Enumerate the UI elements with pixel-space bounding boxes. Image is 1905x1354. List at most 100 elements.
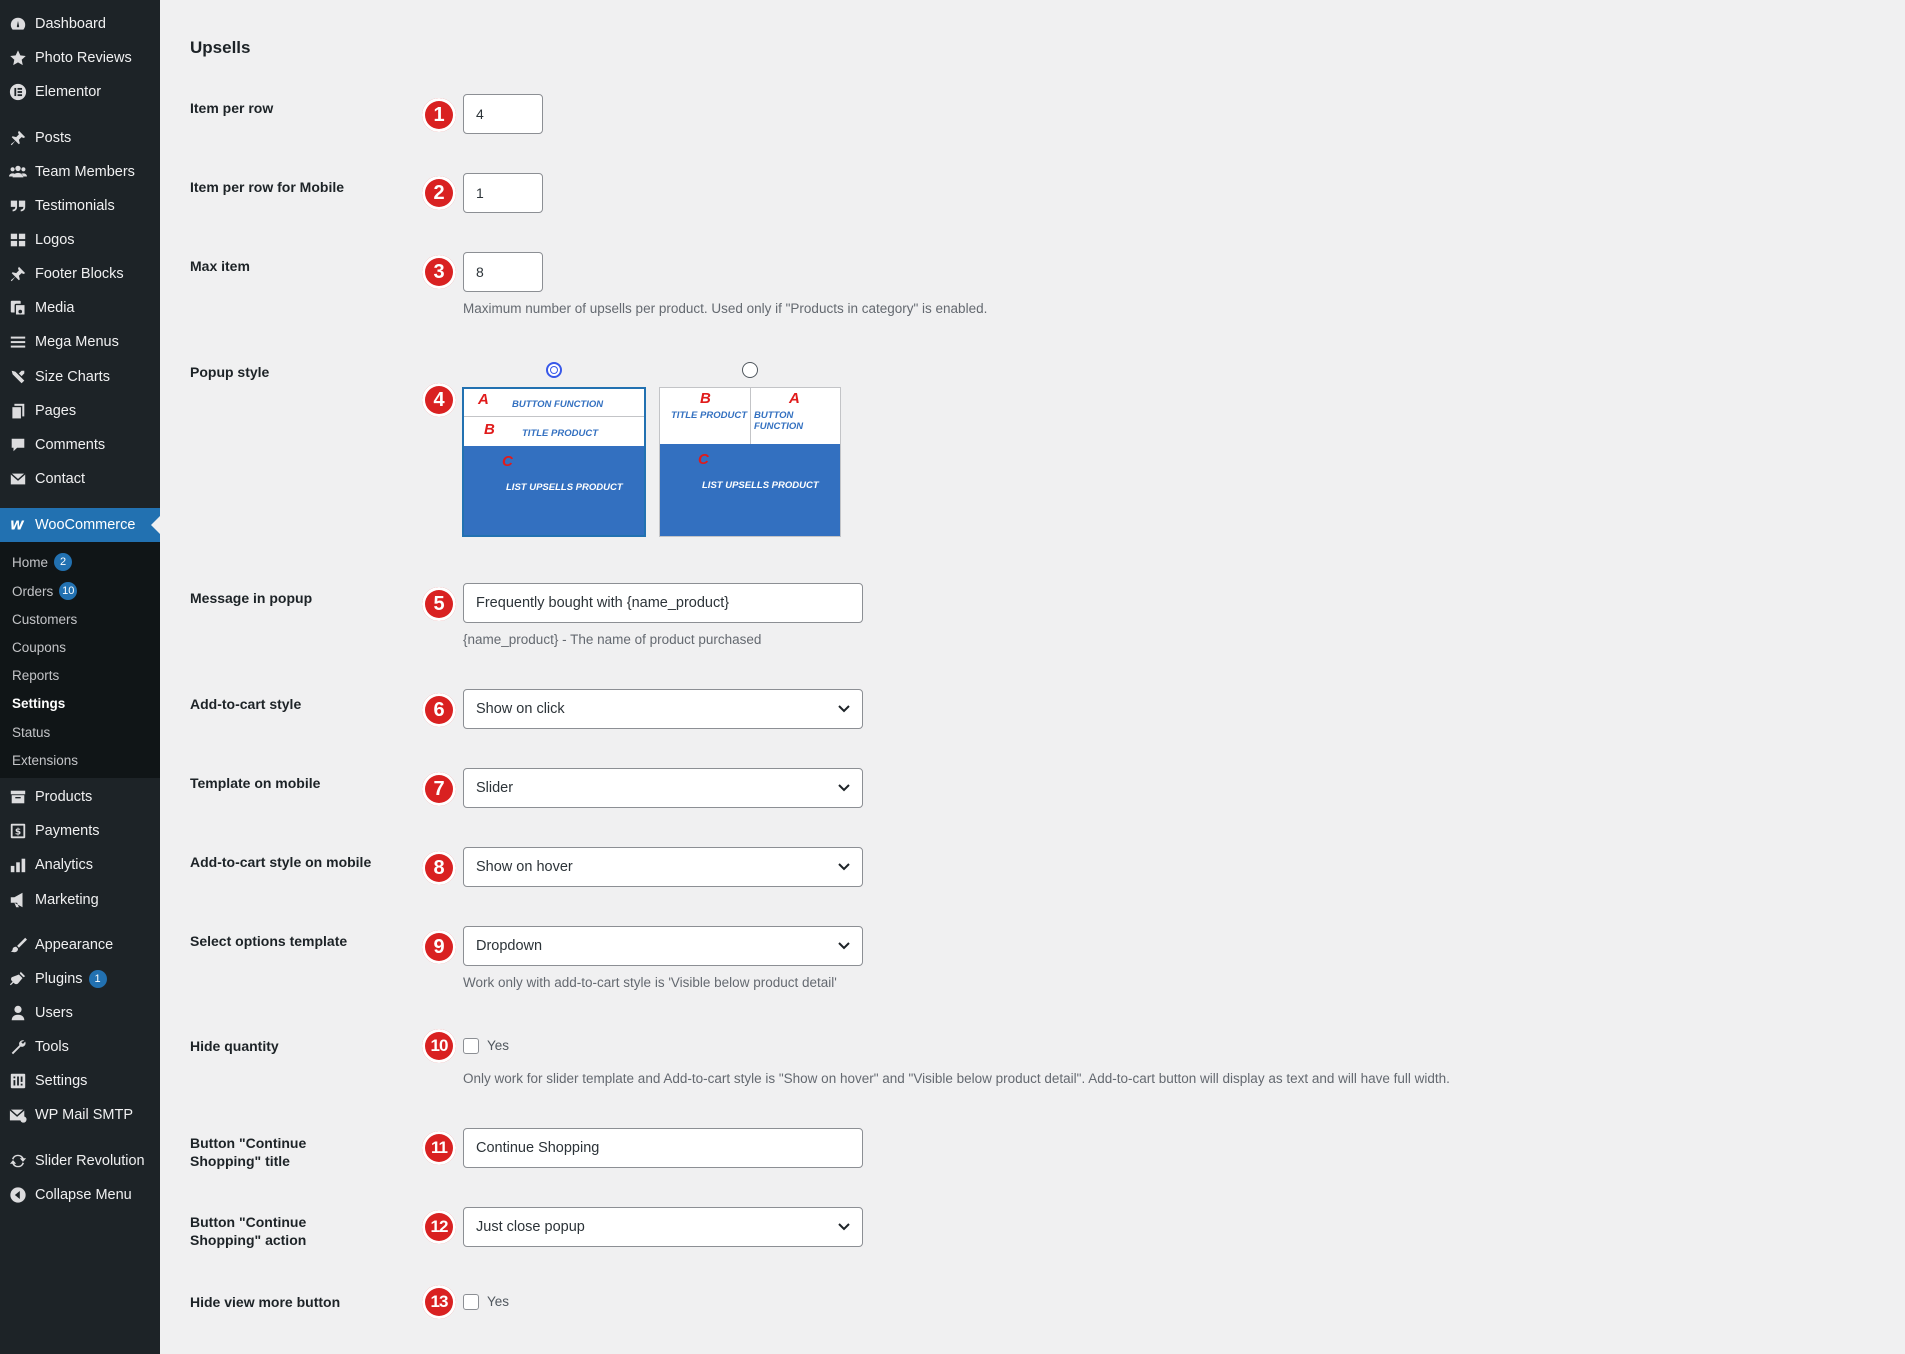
sidebar-item-analytics[interactable]: Analytics <box>0 848 160 882</box>
submenu-item-home[interactable]: Home 2 <box>12 553 73 571</box>
sidebar-item-label: Slider Revolution <box>35 1153 145 1169</box>
sidebar-item-tools[interactable]: Tools <box>0 1030 160 1064</box>
sidebar-item-testimonials[interactable]: Testimonials <box>0 189 160 223</box>
step-marker: 7 <box>422 772 456 806</box>
woocommerce-submenu: Home 2 Orders 10 Customers Coupons Reports… <box>0 542 160 778</box>
sidebar-item-label: WooCommerce <box>35 517 136 533</box>
popup-style-label: Popup style <box>190 364 270 380</box>
sidebar-item-team-members[interactable]: Team Members <box>0 155 160 189</box>
sidebar-item-label: Photo Reviews <box>35 50 132 66</box>
plugin-icon <box>9 970 27 988</box>
sidebar-item-label: Contact <box>35 471 85 487</box>
sidebar-item-label: WP Mail SMTP <box>35 1107 134 1123</box>
sidebar-item-wp-mail-smtp[interactable]: WP Mail SMTP <box>0 1098 160 1132</box>
brush-icon <box>9 936 27 954</box>
continue-shopping-title-input[interactable] <box>463 1128 863 1168</box>
sidebar-item-marketing[interactable]: Marketing <box>0 883 160 917</box>
sidebar-item-contact[interactable]: Contact <box>0 462 160 496</box>
list-upsells-area: C LIST UPSELLS PRODUCT <box>464 446 644 535</box>
chevron-down-icon <box>838 861 850 873</box>
sidebar-item-label: Size Charts <box>35 369 110 385</box>
item-per-row-label: Item per row <box>190 100 274 116</box>
selected-value: Show on click <box>476 701 565 717</box>
sidebar-item-label: Team Members <box>35 164 135 180</box>
sidebar-item-label: Media <box>35 300 75 316</box>
continue-shopping-action-select[interactable]: Just close popup <box>463 1207 863 1247</box>
step-marker: 6 <box>422 693 456 727</box>
item-per-row-input[interactable] <box>463 94 543 134</box>
submenu-item-reports[interactable]: Reports <box>12 668 59 683</box>
collapse-icon <box>9 1186 27 1204</box>
sidebar-item-mega-menus[interactable]: Mega Menus <box>0 325 160 359</box>
dashboard-icon <box>9 15 27 33</box>
popup-style-1-radio[interactable] <box>546 362 562 378</box>
sidebar-item-plugins[interactable]: Plugins 1 <box>0 962 160 996</box>
message-in-popup-label: Message in popup <box>190 590 313 606</box>
hide-view-more-checkbox[interactable] <box>463 1294 479 1310</box>
sidebar-item-comments[interactable]: Comments <box>0 428 160 462</box>
media-icon <box>9 299 27 317</box>
sidebar-item-label: Pages <box>35 403 77 419</box>
selected-value: Just close popup <box>476 1219 585 1235</box>
popup-style-1-card[interactable]: A BUTTON FUNCTION B TITLE PRODUCT C LIST… <box>462 387 646 537</box>
add-to-cart-style-label: Add-to-cart style <box>190 696 302 712</box>
sidebar-item-users[interactable]: Users <box>0 996 160 1030</box>
select-options-template-select[interactable]: Dropdown <box>463 926 863 966</box>
submenu-item-customers[interactable]: Customers <box>12 612 77 627</box>
svg-text:W: W <box>10 518 25 533</box>
hide-quantity-label: Hide quantity <box>190 1038 279 1054</box>
menu-lines-icon <box>9 333 27 351</box>
sidebar-item-dashboard[interactable]: Dashboard <box>0 7 160 41</box>
settings-content: Upsells Item per row 1 Item per row for … <box>160 0 1905 1354</box>
add-to-cart-style-select[interactable]: Show on click <box>463 689 863 729</box>
woocommerce-icon: W <box>9 516 27 534</box>
sidebar-item-elementor[interactable]: Elementor <box>0 75 160 109</box>
sidebar-item-posts[interactable]: Posts <box>0 121 160 155</box>
sidebar-item-appearance[interactable]: Appearance <box>0 928 160 962</box>
submenu-item-orders[interactable]: Orders 10 <box>12 582 78 600</box>
sidebar-item-label: Tools <box>35 1039 69 1055</box>
collapse-menu-button[interactable]: Collapse Menu <box>0 1178 160 1212</box>
archive-icon <box>9 788 27 806</box>
popup-style-2-card[interactable]: B TITLE PRODUCT A BUTTON FUNCTION C LIST… <box>659 387 841 537</box>
sidebar-item-label: Users <box>35 1005 73 1021</box>
chevron-down-icon <box>838 703 850 715</box>
hide-view-more-checkbox-label: Yes <box>487 1294 510 1309</box>
step-marker: 5 <box>422 587 456 621</box>
submenu-item-extensions[interactable]: Extensions <box>12 753 78 768</box>
pages-icon <box>9 402 27 420</box>
sidebar-item-size-charts[interactable]: Size Charts <box>0 360 160 394</box>
selected-value: Show on hover <box>476 859 573 875</box>
max-item-input[interactable] <box>463 252 543 292</box>
message-in-popup-description: {name_product} - The name of product pur… <box>463 632 762 647</box>
sidebar-item-pages[interactable]: Pages <box>0 394 160 428</box>
sidebar-item-media[interactable]: Media <box>0 291 160 325</box>
step-marker: 11 <box>422 1131 456 1165</box>
sidebar-item-woocommerce[interactable]: W WooCommerce <box>0 508 160 542</box>
sidebar-item-label: Dashboard <box>35 16 106 32</box>
add-to-cart-style-mobile-select[interactable]: Show on hover <box>463 847 863 887</box>
button-function-text: BUTTON FUNCTION <box>512 399 604 410</box>
sidebar-item-payments[interactable]: $ Payments <box>0 814 160 848</box>
sidebar-item-photo-reviews[interactable]: Photo Reviews <box>0 41 160 75</box>
step-marker: 8 <box>422 851 456 885</box>
wrench-icon <box>9 1038 27 1056</box>
popup-style-2-radio[interactable] <box>742 362 758 378</box>
item-per-row-mobile-input[interactable] <box>463 173 543 213</box>
sidebar-item-footer-blocks[interactable]: Footer Blocks <box>0 257 160 291</box>
submenu-item-settings[interactable]: Settings <box>12 696 65 711</box>
message-in-popup-input[interactable] <box>463 583 863 623</box>
sidebar-item-slider-revolution[interactable]: Slider Revolution <box>0 1144 160 1178</box>
sidebar-item-logos[interactable]: Logos <box>0 223 160 257</box>
tools-icon <box>9 368 27 386</box>
submenu-item-coupons[interactable]: Coupons <box>12 640 66 655</box>
submenu-item-status[interactable]: Status <box>12 725 50 740</box>
sidebar-item-label: Appearance <box>35 937 114 953</box>
sidebar-item-products[interactable]: Products <box>0 780 160 814</box>
selected-value: Slider <box>476 780 514 796</box>
label-a: A <box>478 391 489 408</box>
hide-quantity-checkbox[interactable] <box>463 1038 479 1054</box>
sidebar-item-settings[interactable]: Settings <box>0 1064 160 1098</box>
template-on-mobile-select[interactable]: Slider <box>463 768 863 808</box>
step-marker: 4 <box>422 383 456 417</box>
